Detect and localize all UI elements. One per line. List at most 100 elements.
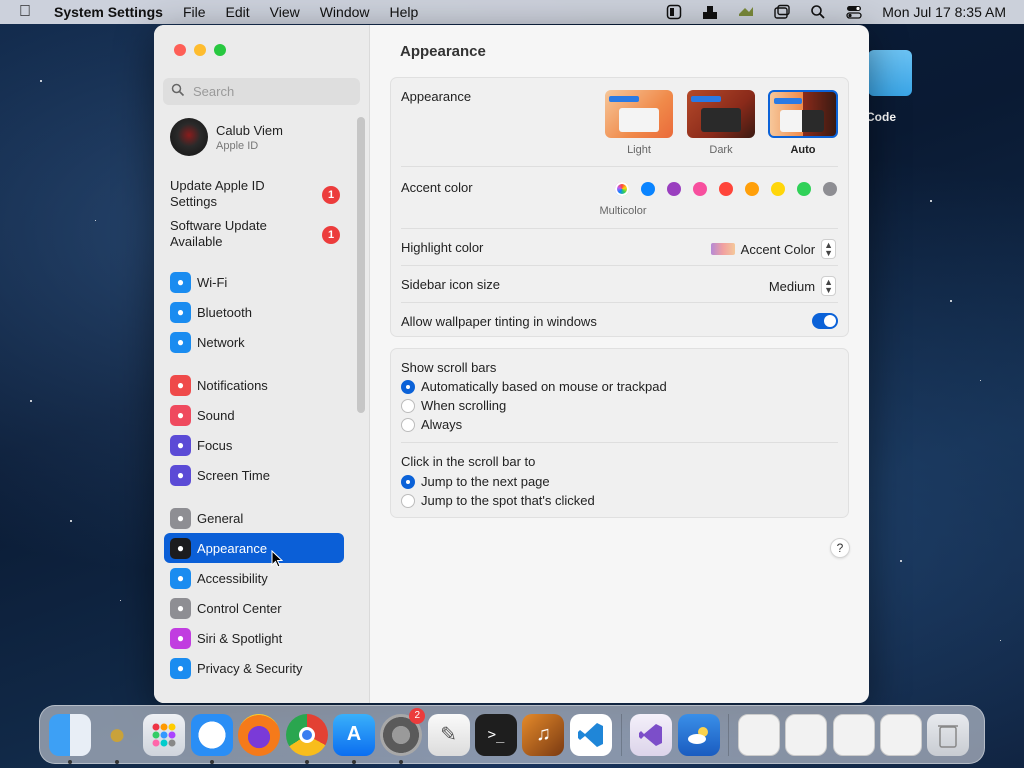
jump-to-spot-radio[interactable]: Jump to the spot that's clicked (401, 493, 595, 508)
sidebar-item-focus[interactable]: ● Focus (164, 430, 344, 460)
zoom-button[interactable] (214, 44, 226, 56)
notice-software-update[interactable]: Software Update Available 1 (170, 218, 340, 250)
close-button[interactable] (174, 44, 186, 56)
accent-swatch[interactable] (745, 182, 759, 196)
window-thumbnail-safari[interactable] (737, 713, 780, 756)
appearance-light-label: Light (627, 144, 651, 156)
sidebar-item-control-center[interactable]: ● Control Center (164, 593, 344, 623)
trash-icon[interactable] (927, 713, 970, 756)
window-thumbnail-app-store[interactable] (880, 713, 923, 756)
sidebar-item-label: Wi-Fi (197, 274, 228, 290)
minimize-button[interactable] (194, 44, 206, 56)
menu-window[interactable]: Window (310, 4, 380, 20)
instruments-icon[interactable]: ♫ (522, 713, 565, 756)
appearance-light-option[interactable] (605, 90, 673, 138)
appearance-icon: ● (170, 537, 191, 559)
scroll-always-radio[interactable]: Always (401, 417, 462, 432)
bluetooth-icon: ● (170, 301, 191, 323)
sidebar-item-privacy-security[interactable]: ● Privacy & Security (164, 653, 344, 683)
sidebar-item-label: Bluetooth (197, 304, 252, 320)
window-switcher-icon[interactable] (764, 0, 800, 24)
chrome-icon[interactable] (285, 713, 328, 764)
vpn-icon[interactable] (692, 0, 728, 24)
account-subtitle: Apple ID (216, 139, 259, 152)
dock: ● A 2 ✎ >_ ♫ (39, 705, 985, 764)
wifi-icon: ● (170, 271, 191, 293)
sidebar-item-network[interactable]: ● Network (164, 327, 344, 357)
menu-help[interactable]: Help (380, 4, 429, 20)
sidebar-scrollbar[interactable] (357, 117, 365, 413)
appearance-auto-option[interactable] (768, 90, 838, 138)
chevron-updown-icon: ▲ ▼ (821, 239, 836, 259)
hand-icon: ● (170, 657, 191, 679)
accent-swatch[interactable] (667, 182, 681, 196)
menu-app-name[interactable]: System Settings (50, 4, 173, 20)
dock-separator (728, 713, 730, 756)
notice-badge: 1 (322, 186, 340, 204)
accent-swatch[interactable] (823, 182, 837, 196)
accent-swatch[interactable] (719, 182, 733, 196)
safari-icon[interactable] (190, 713, 233, 764)
avatar (170, 118, 208, 156)
sidebar-item-label: General (197, 510, 244, 526)
app-store-icon[interactable]: A (332, 713, 375, 764)
tinting-label: Allow wallpaper tinting in windows (401, 314, 597, 329)
scroll-auto-radio[interactable]: Automatically based on mouse or trackpad (401, 379, 667, 394)
desktop-folder[interactable]: Code (862, 50, 922, 134)
window-thumbnail-chrome[interactable] (785, 713, 828, 756)
sidebar-item-label: Siri & Spotlight (197, 630, 283, 646)
launchpad-icon[interactable] (143, 713, 186, 756)
apple-menu-icon[interactable]:  (0, 3, 50, 21)
highlight-color-value: Accent Color (740, 241, 816, 257)
notice-label: Update Apple ID Settings (170, 178, 265, 209)
search-icon[interactable] (800, 0, 836, 24)
menu-view[interactable]: View (260, 4, 310, 20)
accent-swatch-multicolor[interactable] (615, 182, 629, 196)
sidebar-item-notifications[interactable]: ● Notifications (164, 370, 344, 400)
divider (401, 228, 838, 229)
textedit-icon[interactable]: ✎ (427, 713, 470, 756)
highlight-color-popup[interactable]: Accent Color ▲ ▼ (710, 239, 836, 259)
menu-edit[interactable]: Edit (216, 4, 260, 20)
accent-swatch[interactable] (693, 182, 707, 196)
vscode-icon[interactable] (569, 713, 612, 756)
apple-id-account[interactable]: Calub Viem Apple ID (170, 118, 283, 156)
jump-next-page-radio[interactable]: Jump to the next page (401, 474, 550, 489)
appearance-dark-option[interactable] (687, 90, 755, 138)
sidebar-item-general[interactable]: ● General (164, 503, 344, 533)
firefox-icon[interactable] (238, 713, 281, 756)
bee-icon[interactable]: ● (96, 714, 138, 764)
siri-icon: ● (170, 627, 191, 649)
accent-swatch[interactable] (771, 182, 785, 196)
terminal-icon[interactable]: >_ (475, 713, 518, 756)
sidebar-item-sound[interactable]: ● Sound (164, 400, 344, 430)
sidebar-item-appearance[interactable]: ● Appearance (164, 533, 344, 563)
menu-file[interactable]: File (173, 4, 216, 20)
system-settings-icon[interactable]: 2 (380, 707, 426, 764)
screen-recorder-icon[interactable] (656, 0, 692, 24)
finder-icon[interactable] (48, 713, 91, 764)
search-input[interactable]: Search (163, 78, 360, 105)
sidebar-item-wi-fi[interactable]: ● Wi-Fi (164, 267, 344, 297)
help-button[interactable]: ? (830, 538, 850, 558)
scroll-when-scrolling-radio[interactable]: When scrolling (401, 398, 506, 413)
window-thumbnail-textedit[interactable] (832, 713, 875, 756)
sidebar-item-screen-time[interactable]: ● Screen Time (164, 460, 344, 490)
sidebar-item-bluetooth[interactable]: ● Bluetooth (164, 297, 344, 327)
accent-swatch[interactable] (641, 182, 655, 196)
notice-update-apple-id[interactable]: Update Apple ID Settings 1 (170, 178, 340, 210)
sidebar-item-siri-spotlight[interactable]: ● Siri & Spotlight (164, 623, 344, 653)
system-settings-window: Search Calub Viem Apple ID Update Apple … (154, 25, 869, 703)
visual-studio-icon[interactable] (630, 713, 673, 756)
click-scroll-label: Click in the scroll bar to (401, 454, 536, 469)
tinting-toggle[interactable] (812, 313, 838, 329)
notice-label: Software Update Available (170, 218, 267, 249)
weather-icon[interactable] (677, 713, 720, 756)
window-controls (174, 44, 226, 56)
icon-size-popup[interactable]: Medium ▲ ▼ (769, 276, 836, 296)
menu-clock[interactable]: Mon Jul 17 8:35 AM (872, 4, 1024, 20)
control-center-icon[interactable] (836, 0, 872, 24)
plugin-icon[interactable] (728, 0, 764, 24)
sidebar-item-accessibility[interactable]: ● Accessibility (164, 563, 344, 593)
accent-swatch[interactable] (797, 182, 811, 196)
